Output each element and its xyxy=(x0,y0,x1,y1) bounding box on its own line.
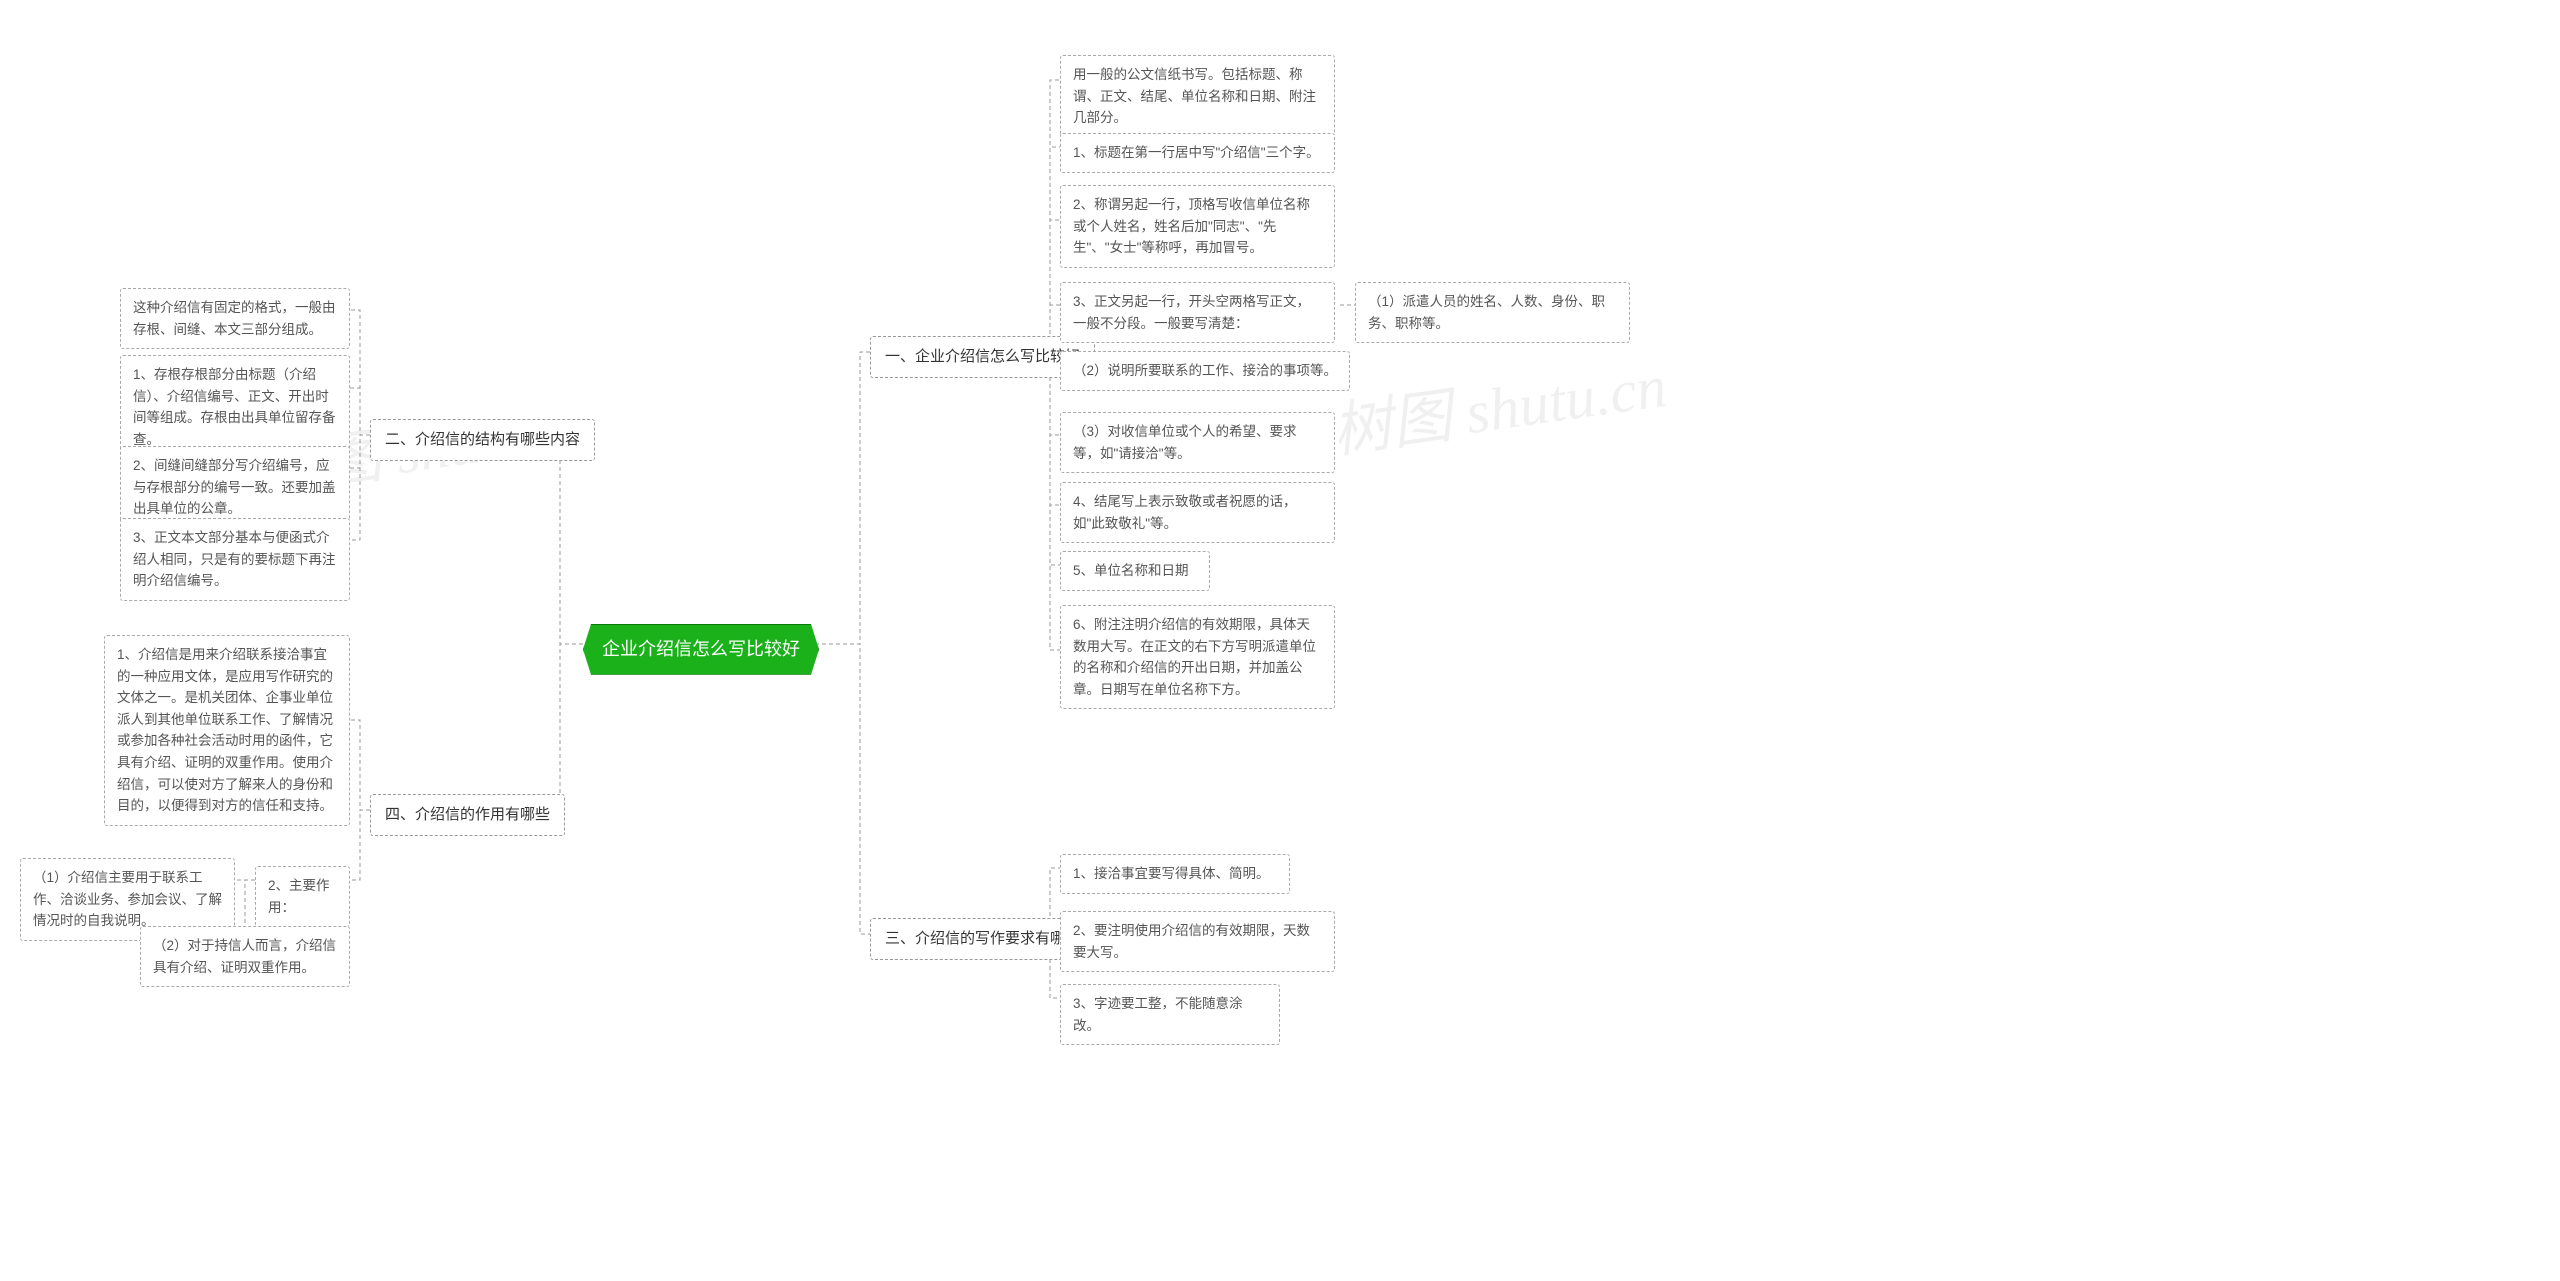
b1-leaf-3: 3、正文另起一行，开头空两格写正文，一般不分段。一般要写清楚： xyxy=(1060,282,1335,343)
b1-leaf-6: 4、结尾写上表示致敬或者祝愿的话，如"此致敬礼"等。 xyxy=(1060,482,1335,543)
b2-leaf-0: 这种介绍信有固定的格式，一般由存根、间缝、本文三部分组成。 xyxy=(120,288,350,349)
b4-leaf-0: 1、介绍信是用来介绍联系接洽事宜的一种应用文体，是应用写作研究的文体之一。是机关… xyxy=(104,635,350,826)
b1-leaf-3a: （1）派遣人员的姓名、人数、身份、职务、职称等。 xyxy=(1355,282,1630,343)
b1-leaf-4: （2）说明所要联系的工作、接洽的事项等。 xyxy=(1060,351,1350,391)
b3-leaf-1: 2、要注明使用介绍信的有效期限，天数要大写。 xyxy=(1060,911,1335,972)
b3-leaf-2: 3、字迹要工整，不能随意涂改。 xyxy=(1060,984,1280,1045)
branch-4[interactable]: 四、介绍信的作用有哪些 xyxy=(370,794,565,836)
b2-leaf-1: 1、存根存根部分由标题（介绍信）、介绍信编号、正文、开出时间等组成。存根由出具单… xyxy=(120,355,350,459)
b1-leaf-1: 1、标题在第一行居中写"介绍信"三个字。 xyxy=(1060,133,1335,173)
watermark-right: 树图 shutu.cn xyxy=(1326,337,1671,470)
b4-leaf-1b: （2）对于持信人而言，介绍信具有介绍、证明双重作用。 xyxy=(140,926,350,987)
b1-leaf-0: 用一般的公文信纸书写。包括标题、称谓、正文、结尾、单位名称和日期、附注几部分。 xyxy=(1060,55,1335,138)
b2-leaf-2: 2、间缝间缝部分写介绍编号，应与存根部分的编号一致。还要加盖出具单位的公章。 xyxy=(120,446,350,529)
b4-leaf-1: 2、主要作用： xyxy=(255,866,350,927)
b1-leaf-5: （3）对收信单位或个人的希望、要求等，如"请接洽"等。 xyxy=(1060,412,1335,473)
b2-leaf-3: 3、正文本文部分基本与便函式介绍人相同，只是有的要标题下再注明介绍信编号。 xyxy=(120,518,350,601)
b1-leaf-2: 2、称谓另起一行，顶格写收信单位名称或个人姓名，姓名后加"同志"、"先生"、"女… xyxy=(1060,185,1335,268)
branch-2[interactable]: 二、介绍信的结构有哪些内容 xyxy=(370,419,595,461)
b3-leaf-0: 1、接洽事宜要写得具体、简明。 xyxy=(1060,854,1290,894)
b1-leaf-7: 5、单位名称和日期 xyxy=(1060,551,1210,591)
b1-leaf-8: 6、附注注明介绍信的有效期限，具体天数用大写。在正文的右下方写明派遣单位的名称和… xyxy=(1060,605,1335,709)
root-node[interactable]: 企业介绍信怎么写比较好 xyxy=(583,624,819,675)
